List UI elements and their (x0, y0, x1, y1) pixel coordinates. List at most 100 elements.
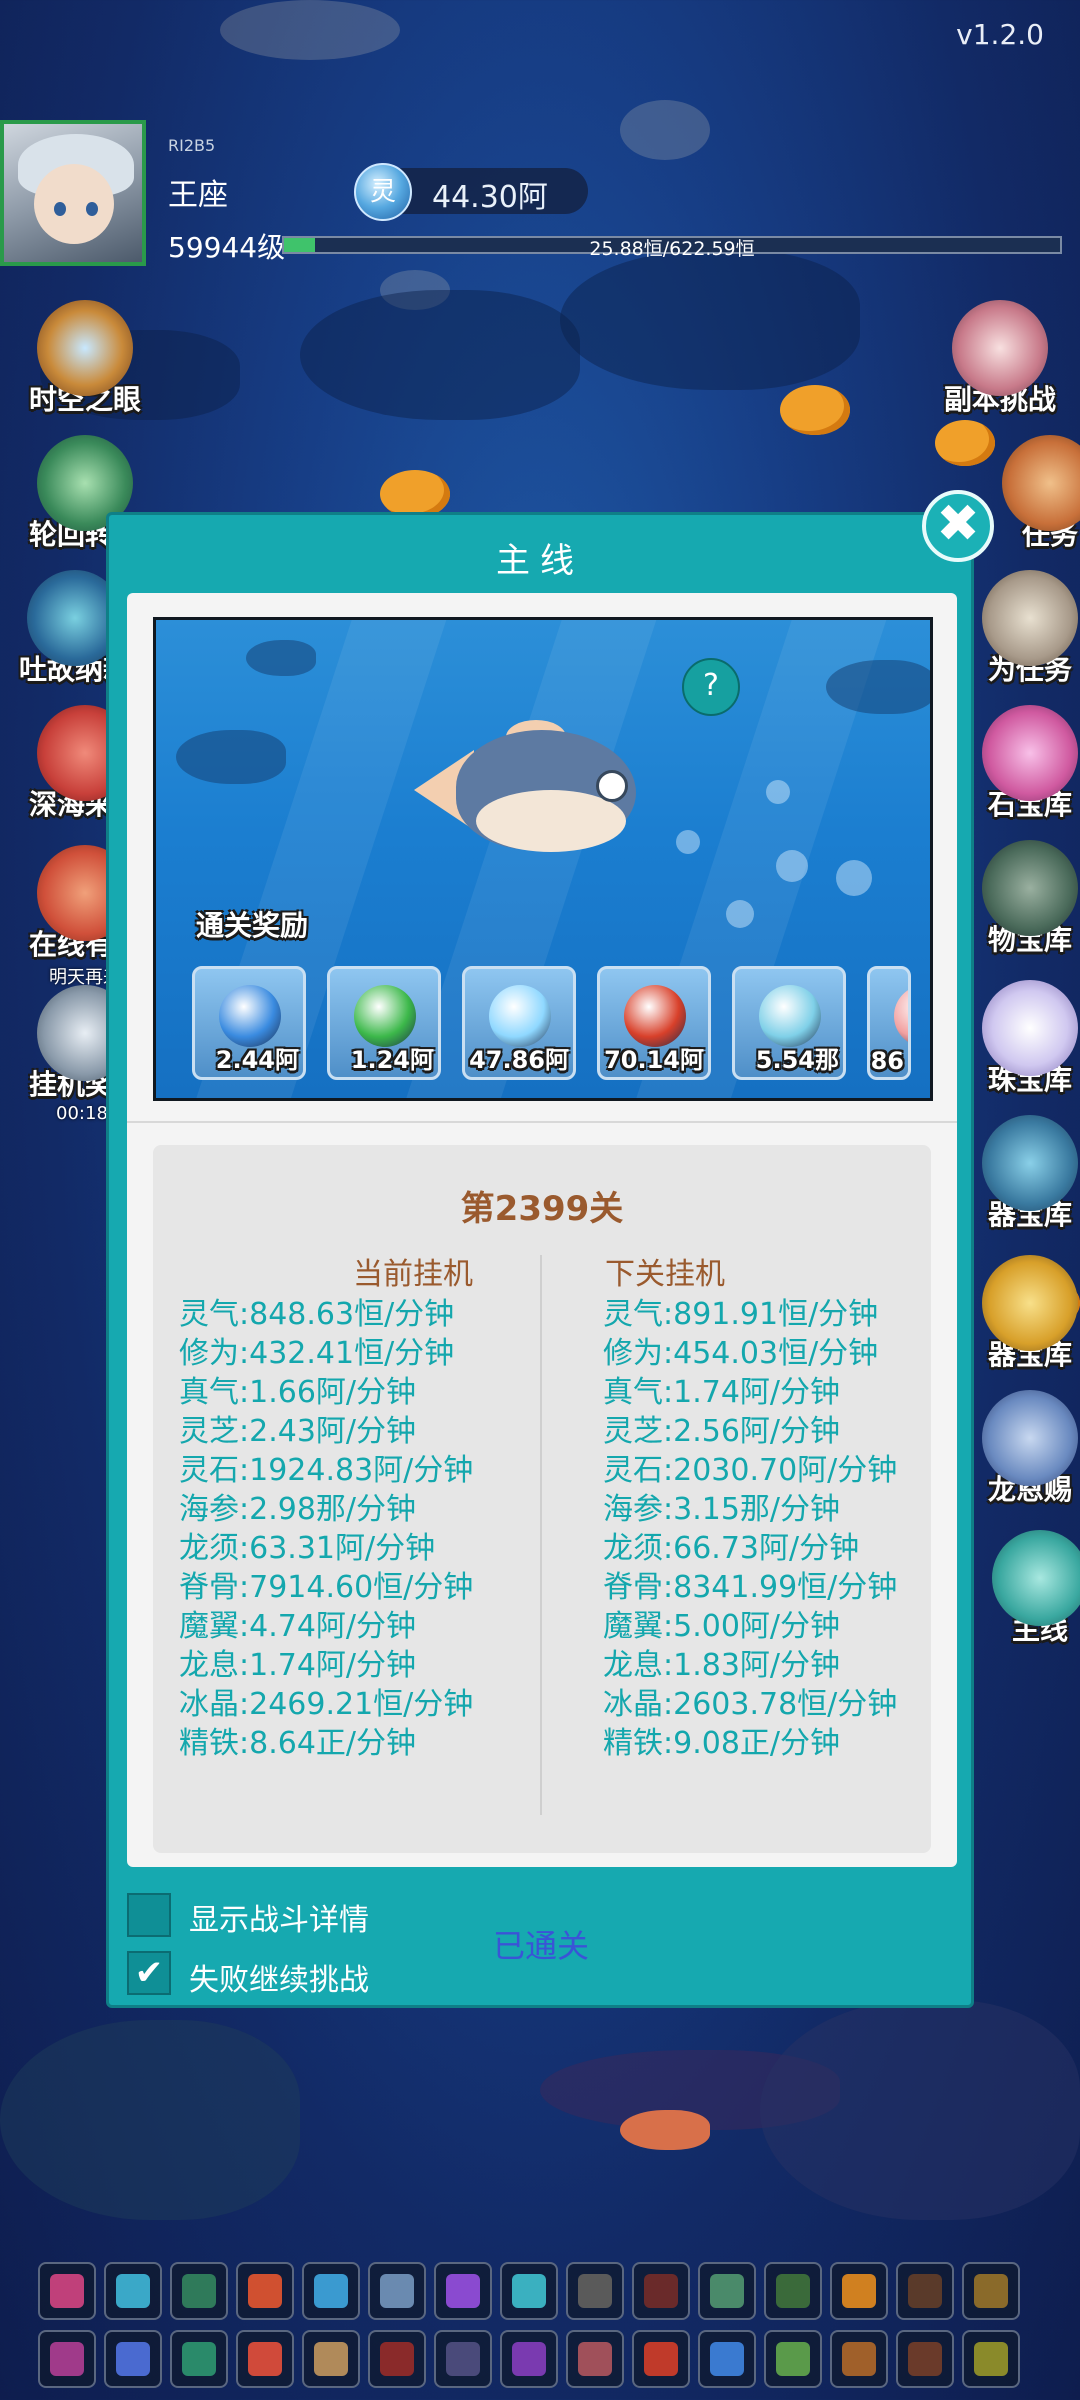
current-idle-heading: 当前挂机 (353, 1257, 473, 1292)
weapon-vault-icon (982, 1115, 1078, 1211)
reward-item[interactable]: 47.86阿 (462, 966, 576, 1080)
goldfish-decor (380, 470, 450, 518)
help-button[interactable]: ? (682, 658, 740, 716)
equipment-slot[interactable] (698, 2262, 756, 2320)
stat-row: 真气:1.66阿/分钟 (179, 1375, 417, 1410)
equipment-slot[interactable] (368, 2262, 426, 2320)
equipment-slot[interactable] (434, 2262, 492, 2320)
shadow-fish-decor (826, 660, 930, 714)
xp-bar: 25.88恒/622.59恒 (282, 236, 1062, 260)
equipment-slot[interactable] (896, 2330, 954, 2388)
equipment-slot[interactable] (764, 2262, 822, 2320)
equipment-slot[interactable] (170, 2262, 228, 2320)
reward-quantity: 2.44阿 (215, 1046, 299, 1074)
equipment-slot[interactable] (104, 2262, 162, 2320)
equipment-icon (182, 2342, 216, 2376)
player-id: RI2B5 (168, 136, 216, 155)
stat-row: 修为:454.03恒/分钟 (603, 1336, 879, 1371)
light-spot (220, 0, 400, 60)
main-line-icon (992, 1530, 1080, 1626)
equipment-slot[interactable] (632, 2330, 690, 2388)
equipment-slot[interactable] (830, 2330, 888, 2388)
avatar-eye (86, 202, 98, 216)
menu-dungeon-challenge[interactable]: 副本挑战 (925, 300, 1075, 418)
equipment-icon (314, 2274, 348, 2308)
close-button[interactable]: ✖ (922, 490, 994, 562)
equipment-slot[interactable] (566, 2330, 624, 2388)
equipment-slot[interactable] (566, 2262, 624, 2320)
reward-item[interactable]: 86 (867, 966, 911, 1080)
reward-item[interactable]: 1.24阿 (327, 966, 441, 1080)
equipment-slot[interactable] (500, 2262, 558, 2320)
equipment-icon (314, 2342, 348, 2376)
equipment-icon (974, 2274, 1008, 2308)
pearl-vault-icon (982, 980, 1078, 1076)
stat-row: 脊骨:8341.99恒/分钟 (603, 1570, 898, 1605)
reward-item[interactable]: 5.54那 (732, 966, 846, 1080)
equipment-slot[interactable] (302, 2262, 360, 2320)
fish-eye (596, 770, 628, 802)
equipment-slot[interactable] (896, 2262, 954, 2320)
red-crystal-icon (624, 985, 686, 1047)
equipment-icon (578, 2274, 612, 2308)
equipment-icon (116, 2342, 150, 2376)
stage-preview: ? 通关奖励 2.44阿 1.24阿 47.86阿 70.14阿 5.54那 86 (153, 617, 933, 1101)
reward-quantity: 70.14阿 (604, 1046, 704, 1074)
equipment-icon (776, 2342, 810, 2376)
equipment-slot[interactable] (500, 2330, 558, 2388)
equipment-slot[interactable] (830, 2262, 888, 2320)
equipment-slot[interactable] (38, 2262, 96, 2320)
equipment-slot[interactable] (236, 2330, 294, 2388)
menu-main-line[interactable]: 主线 (965, 1530, 1080, 1648)
show-battle-details-label[interactable]: 显示战斗详情 (189, 1895, 369, 1939)
reward-quantity: 47.86阿 (469, 1046, 569, 1074)
divider (127, 1121, 957, 1123)
equipment-icon (644, 2274, 678, 2308)
stat-row: 海参:3.15那/分钟 (603, 1492, 841, 1527)
equipment-icon (50, 2342, 84, 2376)
bubble-decor (776, 850, 808, 882)
seaweed-decor (760, 2000, 1080, 2220)
dragon-gift-icon (982, 1390, 1078, 1486)
equipment-slot[interactable] (170, 2330, 228, 2388)
currency-value: 44.30阿 (432, 180, 548, 215)
show-battle-details-checkbox[interactable] (127, 1893, 171, 1937)
equipment-slot[interactable] (764, 2330, 822, 2388)
avatar-face (34, 164, 114, 244)
xp-text: 25.88恒/622.59恒 (589, 238, 755, 260)
starfish-decor (620, 2110, 710, 2150)
equipment-slot[interactable] (104, 2330, 162, 2388)
menu-spacetime-eye[interactable]: 时空之眼 (10, 300, 160, 418)
stat-row: 灵石:2030.70阿/分钟 (603, 1453, 898, 1488)
reward-item[interactable]: 70.14阿 (597, 966, 711, 1080)
bubble-decor (726, 900, 754, 928)
equipment-slot[interactable] (962, 2330, 1020, 2388)
equipment-slot[interactable] (434, 2330, 492, 2388)
equipment-slot[interactable] (302, 2330, 360, 2388)
artifact-vault-icon (982, 1255, 1078, 1351)
equipment-icon (116, 2274, 150, 2308)
reward-item[interactable]: 2.44阿 (192, 966, 306, 1080)
stat-row: 魔翼:5.00阿/分钟 (603, 1609, 841, 1644)
continue-on-fail-checkbox[interactable]: ✔ (127, 1951, 171, 1995)
stat-row: 冰晶:2603.78恒/分钟 (603, 1687, 898, 1722)
equipment-slot[interactable] (698, 2330, 756, 2388)
cleared-status: 已通关 (493, 1927, 590, 1965)
stat-row: 精铁:9.08正/分钟 (603, 1726, 841, 1761)
spacetime-eye-icon (37, 300, 133, 396)
equipment-slot[interactable] (236, 2262, 294, 2320)
equipment-icon (776, 2274, 810, 2308)
equipment-slot[interactable] (368, 2330, 426, 2388)
equipment-slot[interactable] (962, 2262, 1020, 2320)
equipment-slot[interactable] (632, 2262, 690, 2320)
equipment-icon (644, 2342, 678, 2376)
continue-on-fail-label[interactable]: 失败继续挑战 (189, 1955, 369, 1999)
equipment-icon (248, 2342, 282, 2376)
equipment-icon (512, 2342, 546, 2376)
shadow-fish-decor (300, 290, 580, 420)
shadow-fish-decor (176, 730, 286, 784)
daily-task-icon (982, 570, 1078, 666)
spirit-currency-icon: 灵 (354, 163, 412, 221)
equipment-slot[interactable] (38, 2330, 96, 2388)
player-avatar[interactable] (0, 120, 146, 266)
